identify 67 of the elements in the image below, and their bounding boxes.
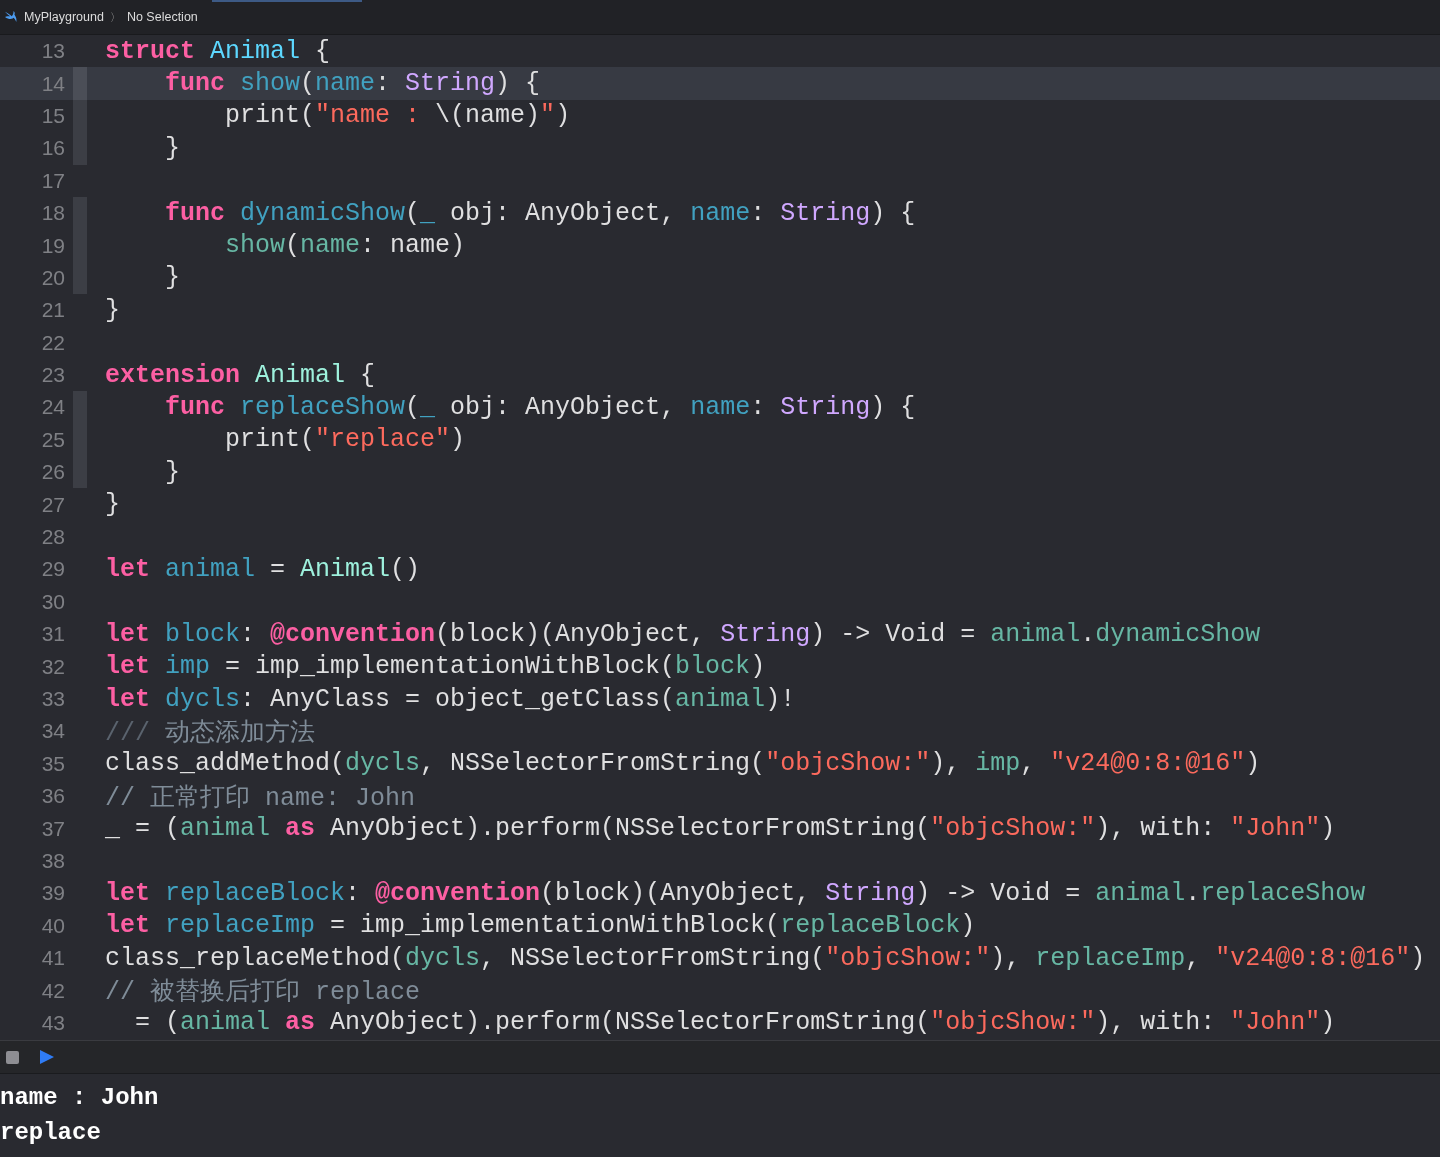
line-number: 35 xyxy=(40,751,65,776)
line-number: 34 xyxy=(40,719,65,744)
line-number: 24 xyxy=(40,395,65,420)
breadcrumb-selection[interactable]: No Selection xyxy=(126,10,198,24)
line-number: 32 xyxy=(40,654,65,679)
code-line: let animal = Animal() xyxy=(105,554,421,584)
code-line: let imp = imp_implementationWithBlock(block) xyxy=(105,652,766,682)
line-number: 16 xyxy=(40,136,65,161)
line-number: 39 xyxy=(40,881,65,906)
line-number: 37 xyxy=(40,816,65,841)
bird-icon xyxy=(4,11,18,23)
line-number: 38 xyxy=(40,848,65,873)
stop-icon[interactable] xyxy=(6,1050,19,1064)
line-number: 29 xyxy=(40,557,65,582)
code-line: } xyxy=(105,490,120,520)
code-line: // 被替换后打印 replace xyxy=(105,977,421,1008)
console-output-line: replace xyxy=(0,1118,101,1148)
line-number: 36 xyxy=(40,784,65,809)
line-number: 14 xyxy=(40,71,65,96)
line-number: 42 xyxy=(40,978,65,1003)
line-number: 23 xyxy=(40,363,65,388)
play-icon[interactable] xyxy=(39,1049,55,1065)
fold-ribbon[interactable] xyxy=(73,67,87,100)
line-number: 28 xyxy=(40,525,65,550)
line-number: 25 xyxy=(40,427,65,452)
code-line: /// 动态添加方法 xyxy=(105,717,316,748)
line-number: 17 xyxy=(40,168,65,193)
line-number: 26 xyxy=(40,460,65,485)
line-number: 22 xyxy=(40,330,65,355)
code-line: // 正常打印 name: John xyxy=(105,782,416,813)
code-line: let replaceImp = imp_implementationWithBlock(replaceBlock) xyxy=(105,911,976,941)
code-line: } xyxy=(164,457,180,487)
fold-ribbon[interactable] xyxy=(73,99,87,133)
breadcrumb-separator: 〉 xyxy=(109,9,121,25)
console-output-line: name : John xyxy=(0,1083,159,1113)
code-line: func show(name: String) { xyxy=(164,69,541,99)
line-number: 30 xyxy=(40,589,65,614)
code-line: func replaceShow(_ obj: AnyObject, name: String) { xyxy=(164,393,916,422)
code-line: class_replaceMethod(dycls, NSSelectorFromString("objcShow:"), replaceImp, "v24@0:8:@16") xyxy=(105,943,1426,973)
code-line: let replaceBlock: @convention(block)(AnyObject, String) -> Void = animal.replaceShow xyxy=(105,878,1366,908)
line-number: 43 xyxy=(40,1010,65,1035)
code-line: = (animal as AnyObject).perform(NSSelectorFromString("objcShow:"), with: "John") xyxy=(134,1008,1336,1038)
line-number: 13 xyxy=(40,39,65,64)
line-number: 31 xyxy=(40,622,65,647)
code-line: _ = (animal as AnyObject).perform(NSSelectorFromString("objcShow:"), with: "John") xyxy=(105,814,1336,844)
code-line: } xyxy=(105,295,120,325)
code-line: class_addMethod(dycls, NSSelectorFromString("objcShow:"), imp, "v24@0:8:@16") xyxy=(105,749,1261,779)
code-line: } xyxy=(164,133,180,163)
code-line: print("replace") xyxy=(224,425,466,455)
line-number: 18 xyxy=(40,201,65,226)
code-line: let dycls: AnyClass = object_getClass(animal)! xyxy=(105,684,796,714)
code-line: extension Animal { xyxy=(105,360,376,390)
line-number: 15 xyxy=(40,103,65,128)
line-number: 27 xyxy=(40,492,65,517)
line-number: 33 xyxy=(40,687,65,711)
code-line: print("name : \(name)") xyxy=(224,101,571,131)
line-number: 40 xyxy=(40,913,65,938)
code-line: func dynamicShow(_ obj: AnyObject, name: String) { xyxy=(164,198,916,228)
code-line: let block: @convention(block)(AnyObject, String) -> Void = animal.dynamicShow xyxy=(105,619,1261,649)
line-number: 20 xyxy=(40,265,65,290)
code-line: show(name: name) xyxy=(224,231,466,261)
breadcrumb-project[interactable]: MyPlayground xyxy=(24,10,104,24)
line-number: 19 xyxy=(40,233,65,258)
code-line: struct Animal { xyxy=(105,36,331,66)
line-number: 41 xyxy=(40,946,65,971)
code-line: } xyxy=(164,263,180,293)
line-number: 21 xyxy=(40,298,65,323)
